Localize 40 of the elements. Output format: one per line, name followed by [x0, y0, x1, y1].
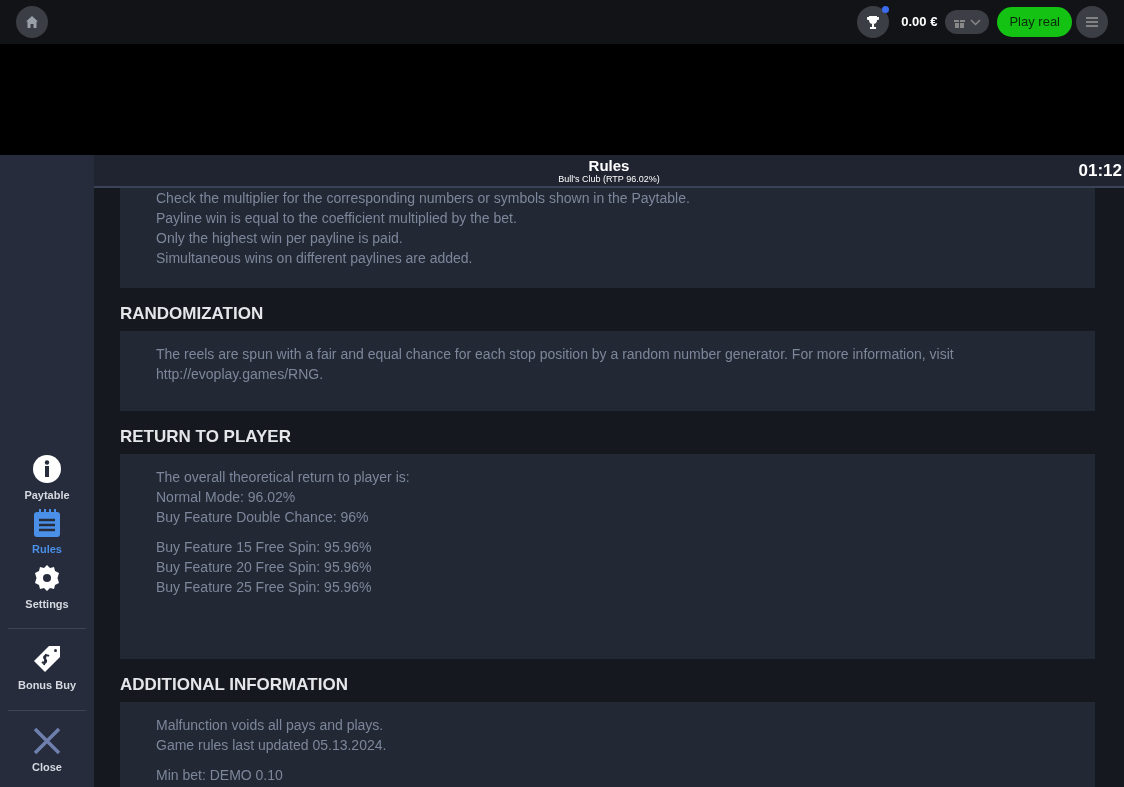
- home-icon: [25, 15, 39, 29]
- rule-text: Game rules last updated 05.13.2024.: [156, 736, 388, 755]
- close-icon: [33, 726, 61, 755]
- info-icon: [33, 454, 61, 483]
- notepad-icon: [33, 509, 61, 537]
- rule-text: Payline win is equal to the coefficient multiplied by the bet.: [156, 209, 518, 228]
- rule-text: The overall theoretical return to player is:: [156, 468, 411, 487]
- panel-title: Rules: [588, 157, 630, 173]
- caret-icon: [970, 18, 982, 26]
- gift-dropdown[interactable]: [945, 10, 990, 34]
- sidebar-tab[interactable]: Paytable: [8, 454, 86, 503]
- sidebar-tab[interactable]: Bonus Buy: [8, 645, 86, 694]
- section-heading: RANDOMIZATION: [120, 304, 265, 324]
- panel-subtitle: Bull's Club (RTP 96.02%): [558, 174, 660, 184]
- rule-text: Min bet: DEMO 0.10: [156, 766, 284, 785]
- rule-text: The reels are spun with a fair and equal chance for each stop position by a random number generator. For more information, visit http://evoplay.games/RNG.: [156, 345, 955, 384]
- sidebar-tab[interactable]: Rules: [8, 509, 86, 558]
- home-button[interactable]: [16, 6, 48, 38]
- rule-text: Simultaneous wins on different paylines are added.: [156, 249, 474, 268]
- play-real-button[interactable]: Play real: [997, 7, 1072, 37]
- rule-text: Only the highest win per payline is paid.: [156, 229, 404, 248]
- balance-amount: 0.00 €: [901, 13, 938, 32]
- rule-text: Normal Mode: 96.02%: [156, 488, 297, 507]
- settings-icon: [33, 563, 61, 592]
- trophy-button[interactable]: [857, 6, 890, 38]
- rule-text: Buy Feature 25 Free Spin: 95.96%: [156, 578, 373, 597]
- rule-text: Buy Feature 15 Free Spin: 95.96%: [156, 538, 373, 557]
- sidebar-tab[interactable]: Close: [8, 726, 86, 775]
- rule-text: Check the multiplier for the corresponding numbers or symbols shown in the Paytable.: [156, 189, 691, 208]
- trophy-icon: [866, 14, 881, 30]
- menu-icon: [1086, 17, 1098, 27]
- timer: 01:12: [1078, 159, 1122, 182]
- menu-button[interactable]: [1076, 6, 1108, 38]
- rule-text: Buy Feature Double Chance: 96%: [156, 508, 370, 527]
- section-heading: ADDITIONAL INFORMATION: [120, 675, 349, 695]
- rule-text: Malfunction voids all pays and plays.: [156, 716, 385, 735]
- rule-text: Buy Feature 20 Free Spin: 95.96%: [156, 558, 373, 577]
- section-heading: RETURN TO PLAYER: [120, 427, 292, 447]
- sidebar-tab[interactable]: Settings: [8, 563, 86, 612]
- price-tag-icon: [33, 645, 61, 673]
